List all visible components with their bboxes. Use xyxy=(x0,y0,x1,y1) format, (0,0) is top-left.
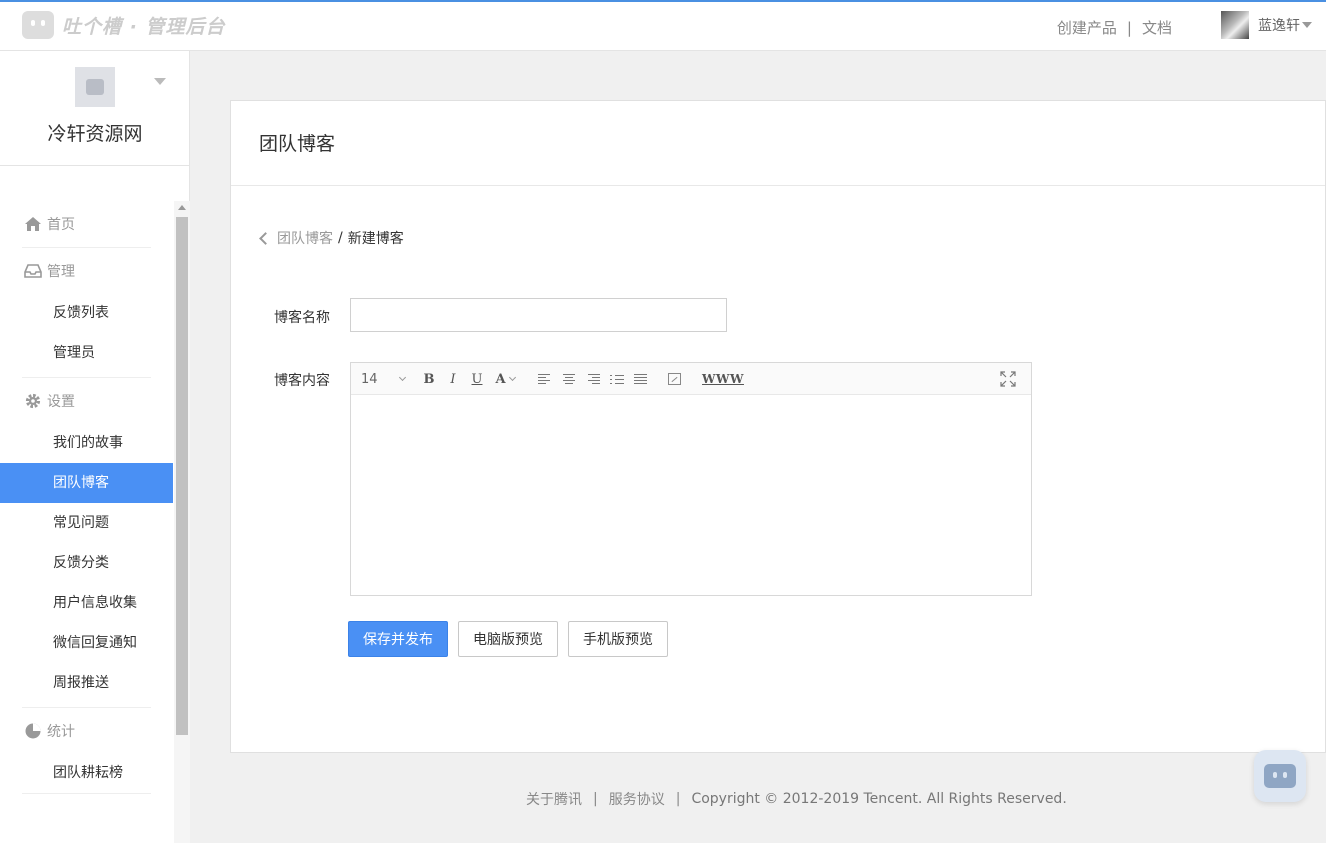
editor-toolbar: 14 B I U A WWW xyxy=(351,363,1031,395)
sidebar-divider xyxy=(22,793,151,803)
sidebar-group-label: 管理 xyxy=(47,263,75,280)
sidebar-item-faq[interactable]: 常见问题 xyxy=(0,503,173,543)
align-left-button[interactable] xyxy=(537,363,553,395)
sidebar-group-manage[interactable]: 管理 xyxy=(22,247,151,293)
italic-button[interactable]: I xyxy=(445,363,461,395)
sidebar-item-admins[interactable]: 管理员 xyxy=(0,333,173,373)
font-size-value: 14 xyxy=(361,371,378,387)
sidebar-group-home[interactable]: 首页 xyxy=(22,201,151,247)
sidebar-group-settings[interactable]: 设置 xyxy=(22,377,151,423)
blog-name-input[interactable] xyxy=(350,298,727,332)
font-color-button[interactable]: A xyxy=(491,363,519,395)
rich-text-editor: 14 B I U A WWW xyxy=(350,362,1032,596)
ordered-list-icon xyxy=(610,374,624,385)
underline-button[interactable]: U xyxy=(469,363,485,395)
sidebar-item-leaderboard[interactable]: 团队耕耘榜 xyxy=(0,753,173,793)
chat-bubble-icon xyxy=(1264,764,1296,788)
main-card: 团队博客 团队博客 / 新建博客 博客名称 博客内容 14 B I U A WW… xyxy=(230,100,1326,753)
user-menu[interactable]: 蓝逸轩 xyxy=(1221,11,1312,39)
footer: 关于腾讯 | 服务协议 | Copyright © 2012-2019 Tenc… xyxy=(526,789,1067,809)
ordered-list-button[interactable] xyxy=(609,363,625,395)
chevron-down-icon xyxy=(398,373,406,382)
product-switcher[interactable]: 冷轩资源网 xyxy=(0,51,189,166)
sidebar-item-user-info[interactable]: 用户信息收集 xyxy=(0,583,173,623)
insert-image-button[interactable] xyxy=(666,363,682,395)
top-link-separator: | xyxy=(1126,18,1132,37)
top-links: 创建产品 | 文档 xyxy=(1057,17,1172,38)
terms-link[interactable]: 服务协议 xyxy=(609,789,665,809)
home-icon xyxy=(25,217,41,231)
product-logo-icon xyxy=(75,67,115,107)
align-center-icon xyxy=(562,373,576,385)
sidebar-group-stats[interactable]: 统计 xyxy=(22,707,151,753)
sidebar: 冷轩资源网 首页 管理 反馈列表 管理员 设置 我们的故事 团队博客 常见问题 … xyxy=(0,51,190,843)
logo-text: 吐个槽 · 管理后台 xyxy=(62,15,226,38)
pc-preview-button[interactable]: 电脑版预览 xyxy=(458,621,558,657)
breadcrumb-parent-link[interactable]: 团队博客 xyxy=(277,228,333,248)
footer-separator: | xyxy=(593,791,598,807)
sidebar-group-label: 首页 xyxy=(47,217,75,233)
chat-bubble-logo-icon xyxy=(22,11,54,39)
mobile-preview-button[interactable]: 手机版预览 xyxy=(568,621,668,657)
fullscreen-button[interactable] xyxy=(999,363,1017,395)
gear-icon xyxy=(25,393,41,408)
page-title: 团队博客 xyxy=(231,101,1325,186)
chevron-left-icon[interactable] xyxy=(259,231,272,245)
image-icon xyxy=(667,373,681,385)
avatar xyxy=(1221,11,1249,39)
expand-icon xyxy=(1000,371,1016,387)
bold-button[interactable]: B xyxy=(421,363,437,395)
user-name: 蓝逸轩 xyxy=(1258,18,1300,34)
docs-link[interactable]: 文档 xyxy=(1142,17,1172,38)
align-right-button[interactable] xyxy=(585,363,601,395)
sidebar-item-wechat-notify[interactable]: 微信回复通知 xyxy=(0,623,173,663)
chevron-down-icon xyxy=(1302,22,1312,28)
top-bar: 吐个槽 · 管理后台 创建产品 | 文档 蓝逸轩 xyxy=(0,0,1326,51)
sidebar-scrollbar[interactable] xyxy=(174,201,190,843)
font-size-select[interactable]: 14 xyxy=(361,363,409,395)
insert-link-button[interactable]: WWW xyxy=(701,363,745,395)
sidebar-item-team-blog[interactable]: 团队博客 xyxy=(0,463,173,503)
sidebar-item-our-story[interactable]: 我们的故事 xyxy=(0,423,173,463)
blog-content-label: 博客内容 xyxy=(274,373,330,389)
copyright-text: Copyright © 2012-2019 Tencent. All Right… xyxy=(691,791,1067,807)
sidebar-group-label: 统计 xyxy=(47,723,75,740)
align-center-button[interactable] xyxy=(561,363,577,395)
sidebar-item-feedback-list[interactable]: 反馈列表 xyxy=(0,293,173,333)
sidebar-item-weekly-report[interactable]: 周报推送 xyxy=(0,663,173,703)
sidebar-group-label: 设置 xyxy=(47,393,75,410)
breadcrumb-separator: / xyxy=(338,230,343,246)
sidebar-item-feedback-category[interactable]: 反馈分类 xyxy=(0,543,173,583)
pie-chart-icon xyxy=(25,723,41,738)
blog-name-label: 博客名称 xyxy=(274,310,330,326)
unordered-list-icon xyxy=(634,373,648,385)
product-name: 冷轩资源网 xyxy=(47,123,143,145)
footer-separator: | xyxy=(675,791,681,807)
align-right-icon xyxy=(586,373,600,385)
breadcrumb-current: 新建博客 xyxy=(347,231,404,247)
scroll-up-arrow-icon[interactable] xyxy=(178,205,186,210)
chevron-down-icon xyxy=(508,373,516,382)
editor-content-area[interactable] xyxy=(351,395,1031,595)
font-color-glyph: A xyxy=(495,371,506,387)
align-left-icon xyxy=(538,373,552,385)
about-tencent-link[interactable]: 关于腾讯 xyxy=(526,789,582,809)
inbox-icon xyxy=(24,263,42,278)
breadcrumb: 团队博客 / 新建博客 xyxy=(259,228,404,248)
app-logo[interactable]: 吐个槽 · 管理后台 xyxy=(22,11,225,39)
create-product-link[interactable]: 创建产品 xyxy=(1057,17,1117,38)
unordered-list-button[interactable] xyxy=(633,363,649,395)
save-and-publish-button[interactable]: 保存并发布 xyxy=(348,621,448,657)
chevron-down-icon[interactable] xyxy=(154,78,166,85)
sidebar-menu: 首页 管理 反馈列表 管理员 设置 我们的故事 团队博客 常见问题 反馈分类 用… xyxy=(0,201,173,803)
floating-feedback-button[interactable] xyxy=(1254,750,1306,802)
scrollbar-thumb[interactable] xyxy=(176,217,188,735)
